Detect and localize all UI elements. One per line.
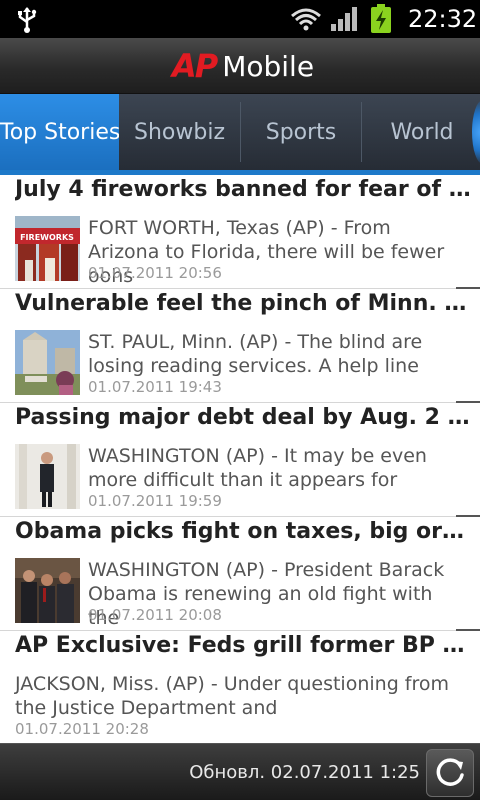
usb-icon (18, 7, 37, 33)
news-item[interactable]: Obama picks fight on taxes, big or ju...… (0, 517, 480, 631)
news-item[interactable]: Vulnerable feel the pinch of Minn. go...… (0, 289, 480, 403)
tab-showbiz[interactable]: Showbiz (119, 94, 240, 170)
category-tabs: Top Stories Showbiz Sports World (0, 94, 480, 170)
battery-charging-icon (371, 4, 391, 33)
news-thumbnail (15, 558, 80, 623)
tab-label: World (390, 119, 454, 145)
news-title: Passing major debt deal by Aug. 2 se... (15, 405, 471, 430)
status-clock: 22:32 (408, 5, 478, 33)
thumb-sign-text: FIREWORKS (20, 233, 74, 242)
news-thumbnail (15, 330, 80, 395)
last-updated-label: Обновл. 02.07.2011 1:25 (189, 762, 420, 783)
app-title-bar: AP Mobile (0, 38, 480, 94)
news-description: WASHINGTON (AP) - It may be even more di… (88, 445, 427, 491)
news-title: July 4 fireworks banned for fear of wi..… (15, 177, 471, 202)
news-description: ST. PAUL, Minn. (AP) - The blind are los… (88, 331, 423, 377)
app-title: Mobile (222, 49, 315, 83)
news-title: Vulnerable feel the pinch of Minn. go... (15, 291, 471, 316)
news-description: JACKSON, Miss. (AP) - Under questioning … (15, 673, 450, 719)
tab-label: Top Stories (0, 119, 119, 145)
news-item[interactable]: Passing major debt deal by Aug. 2 se... … (0, 403, 480, 517)
signal-icon (331, 7, 357, 31)
ap-mobile-logo: AP Mobile (172, 47, 315, 85)
tab-world[interactable]: World (362, 94, 480, 170)
news-thumbnail (15, 444, 80, 509)
tab-label: Sports (265, 119, 337, 145)
news-title: Obama picks fight on taxes, big or ju... (15, 519, 471, 544)
news-item[interactable]: July 4 fireworks banned for fear of wi..… (0, 175, 480, 289)
news-date: 01.07.2011 20:56 (88, 264, 222, 282)
status-bar: 22:32 (0, 0, 480, 38)
bottom-bar: Обновл. 02.07.2011 1:25 (0, 743, 480, 800)
news-date: 01.07.2011 20:28 (15, 720, 149, 738)
ap-logo-mark: AP (172, 47, 218, 85)
news-date: 01.07.2011 20:08 (88, 606, 222, 624)
news-thumbnail: FIREWORKS (15, 216, 80, 281)
news-title: AP Exclusive: Feds grill former BP chi..… (15, 633, 471, 658)
refresh-icon (436, 758, 464, 786)
news-item[interactable]: AP Exclusive: Feds grill former BP chi..… (0, 631, 480, 743)
tab-top-stories[interactable]: Top Stories (0, 94, 119, 170)
refresh-button[interactable] (426, 749, 474, 797)
tab-label: Showbiz (134, 119, 225, 145)
news-date: 01.07.2011 19:59 (88, 492, 222, 510)
news-date: 01.07.2011 19:43 (88, 378, 222, 396)
news-list: July 4 fireworks banned for fear of wi..… (0, 175, 480, 743)
wifi-icon (291, 8, 321, 31)
tab-sports[interactable]: Sports (241, 94, 361, 170)
